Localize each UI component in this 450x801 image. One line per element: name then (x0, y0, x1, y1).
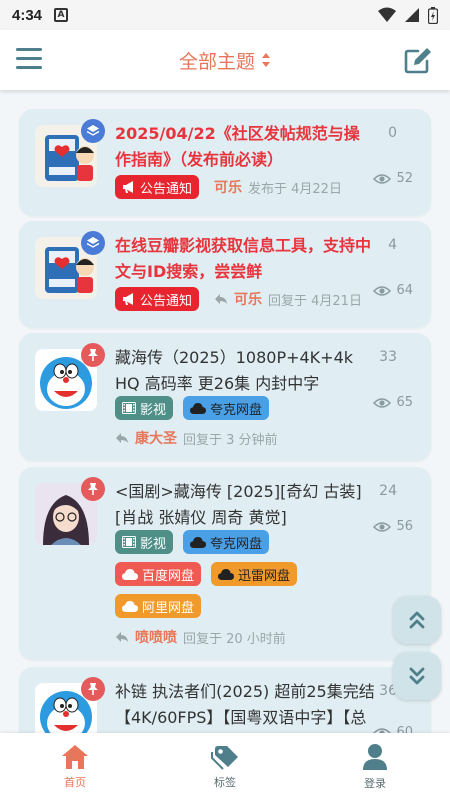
layers-icon (81, 119, 105, 143)
topic-title[interactable]: 补链 执法者们(2025) 超前25集完结【4K/60FPS】【国粤双语中字】【… (115, 679, 375, 733)
tag-announcement[interactable]: 公告通知 (115, 287, 200, 311)
eye-icon (373, 397, 392, 408)
post-meta: 喷喷喷 回复于 20 小时前 (115, 627, 286, 647)
scroll-to-bottom-button[interactable] (393, 652, 441, 700)
post-meta: 可乐 回复于 4月21日 (214, 289, 362, 309)
tag-xunlei-drive[interactable]: 迅雷网盘 (211, 562, 298, 586)
cloud-icon (190, 536, 207, 548)
author-name[interactable]: 可乐 (234, 289, 262, 309)
view-count: 65 (373, 395, 413, 410)
topic-card[interactable]: 藏海传（2025）1080P+4K+4k HQ 高码率 更26集 内封中字 33… (19, 333, 431, 461)
menu-icon[interactable] (16, 48, 42, 72)
reply-arrow-icon (116, 433, 128, 443)
view-count: 56 (373, 519, 413, 534)
topic-title[interactable]: <国剧>藏海传 [2025][奇幻 古装][肖战 张婧仪 周奇 黄觉] (115, 479, 375, 531)
double-chevron-up-icon (409, 611, 425, 629)
topic-title[interactable]: 藏海传（2025）1080P+4K+4k HQ 高码率 更26集 内封中字 (115, 345, 375, 397)
reply-count: 0 (388, 125, 397, 141)
scroll-to-top-button[interactable] (393, 596, 441, 644)
view-count: 60 (373, 725, 413, 733)
post-meta: 可乐 发布于 4月22日 (214, 177, 342, 197)
nav-tags[interactable]: 标签 (150, 733, 300, 801)
wifi-icon (378, 7, 396, 22)
bottom-nav: 首页 标签 登录 (0, 733, 450, 801)
status-time: 4:34 (12, 6, 43, 24)
topic-filter-dropdown[interactable]: 全部主题 (179, 47, 271, 74)
sort-arrows-icon (261, 52, 271, 68)
pin-icon (81, 343, 105, 367)
status-bar: 4:34 A (0, 0, 450, 30)
layers-icon (81, 231, 105, 255)
tag-list: 阿里网盘 (115, 594, 202, 618)
topic-card[interactable]: 2025/04/22《社区发帖规范与操作指南》（发布前必读） 0 52 公告通知… (19, 109, 431, 216)
topic-feed[interactable]: 2025/04/22《社区发帖规范与操作指南》（发布前必读） 0 52 公告通知… (0, 90, 450, 733)
tag-video[interactable]: 影视 (115, 530, 174, 554)
tag-list: 影视 夸克网盘 (115, 530, 270, 554)
pin-icon (81, 477, 105, 501)
compose-icon[interactable] (404, 46, 434, 74)
tag-list: 公告通知 (115, 287, 200, 311)
tag-video[interactable]: 影视 (115, 396, 174, 420)
reply-arrow-icon (215, 294, 227, 304)
eye-icon (373, 173, 392, 184)
topic-card[interactable]: <国剧>藏海传 [2025][奇幻 古装][肖战 张婧仪 周奇 黄觉] 24 5… (19, 467, 431, 660)
cloud-icon (122, 568, 138, 580)
megaphone-icon (123, 293, 133, 305)
author-name[interactable]: 可乐 (214, 177, 242, 197)
double-chevron-down-icon (409, 667, 425, 685)
notification-app-icon: A (54, 8, 69, 22)
cloud-icon (122, 600, 138, 612)
pin-icon (81, 677, 105, 701)
tag-list: 百度网盘 迅雷网盘 (115, 562, 298, 586)
author-name[interactable]: 喷喷喷 (135, 627, 177, 647)
topic-card[interactable]: 在线豆瓣影视获取信息工具，支持中文与ID搜索，尝尝鲜 4 64 公告通知 可乐 … (19, 221, 431, 328)
view-count: 64 (373, 283, 413, 298)
author-name[interactable]: 康大圣 (135, 428, 177, 448)
post-time: 回复于 20 小时前 (183, 631, 286, 647)
post-time: 回复于 4月21日 (268, 293, 362, 309)
page-title: 全部主题 (178, 50, 255, 73)
tag-quark-drive[interactable]: 夸克网盘 (183, 530, 270, 554)
post-time: 发布于 4月22日 (248, 181, 342, 197)
eye-icon (373, 521, 392, 532)
view-count: 52 (373, 171, 413, 186)
tag-announcement[interactable]: 公告通知 (115, 175, 200, 199)
reply-arrow-icon (116, 632, 128, 642)
topic-card[interactable]: 补链 执法者们(2025) 超前25集完结【4K/60FPS】【国粤双语中字】【… (19, 667, 431, 733)
nav-login[interactable]: 登录 (300, 733, 450, 801)
app-bar: 全部主题 (0, 30, 450, 90)
reply-count: 33 (379, 349, 397, 365)
eye-icon (373, 285, 392, 296)
topic-title[interactable]: 在线豆瓣影视获取信息工具，支持中文与ID搜索，尝尝鲜 (115, 233, 375, 285)
film-icon (122, 536, 136, 548)
topic-title[interactable]: 2025/04/22《社区发帖规范与操作指南》（发布前必读） (115, 121, 375, 173)
film-icon (122, 402, 136, 414)
tag-list: 影视 夸克网盘 (115, 396, 270, 420)
home-icon (62, 745, 88, 769)
tag-icon (211, 746, 238, 770)
tag-baidu-drive[interactable]: 百度网盘 (115, 562, 202, 586)
battery-icon (428, 6, 438, 24)
reply-count: 24 (379, 483, 397, 499)
user-icon (363, 744, 387, 770)
tag-list: 公告通知 (115, 175, 200, 199)
reply-count: 4 (388, 237, 397, 253)
megaphone-icon (123, 181, 133, 193)
cloud-icon (190, 402, 207, 414)
cloud-icon (218, 568, 235, 580)
post-time: 回复于 3 分钟前 (183, 432, 278, 448)
tag-aliyun-drive[interactable]: 阿里网盘 (115, 594, 202, 618)
post-meta: 康大圣 回复于 3 分钟前 (115, 428, 278, 448)
tag-quark-drive[interactable]: 夸克网盘 (183, 396, 270, 420)
nav-home[interactable]: 首页 (0, 733, 150, 801)
signal-icon (405, 8, 419, 22)
